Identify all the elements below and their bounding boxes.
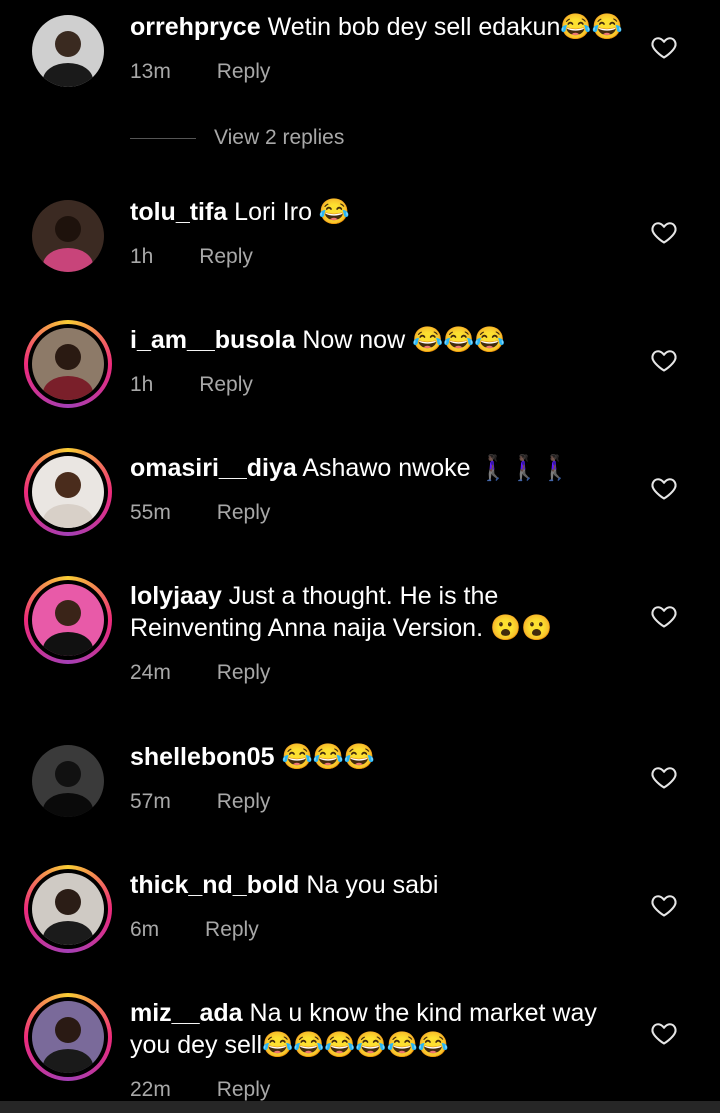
comment-meta: 57m Reply (130, 790, 270, 814)
comment-text: orrehpryce Wetin bob dey sell edakun😂😂 (130, 11, 630, 43)
comment-meta: 1h Reply (130, 245, 253, 269)
heart-outline-icon[interactable] (650, 1019, 678, 1047)
heart-outline-icon[interactable] (650, 474, 678, 502)
avatar[interactable] (24, 576, 112, 664)
reply-button[interactable]: Reply (217, 661, 271, 685)
comment-text: lolyjaay Just a thought. He is the Reinv… (130, 580, 630, 644)
username[interactable]: omasiri__diya (130, 454, 297, 482)
comment-body: Na you sabi (306, 871, 439, 899)
reply-button[interactable]: Reply (199, 245, 253, 269)
username[interactable]: thick_nd_bold (130, 871, 299, 899)
comment-body: Ashawo nwoke 🚶🏿‍♀️🚶🏿‍♀️🚶🏿‍♀️ (302, 454, 571, 482)
reply-button[interactable]: Reply (199, 373, 253, 397)
comment-time: 24m (130, 661, 171, 684)
avatar[interactable] (24, 737, 112, 825)
comment-meta: 13m Reply (130, 60, 270, 84)
heart-outline-icon[interactable] (650, 346, 678, 374)
comment-time: 22m (130, 1078, 171, 1101)
heart-outline-icon[interactable] (650, 891, 678, 919)
avatar[interactable] (24, 320, 112, 408)
username[interactable]: miz__ada (130, 999, 243, 1027)
avatar-image (32, 873, 104, 945)
heart-outline-icon[interactable] (650, 33, 678, 61)
reply-button[interactable]: Reply (217, 60, 271, 84)
comment-time: 13m (130, 60, 171, 83)
avatar[interactable] (24, 865, 112, 953)
reply-button[interactable]: Reply (217, 790, 271, 814)
bottom-edge (0, 1101, 720, 1113)
comment-time: 1h (130, 245, 154, 268)
avatar-image (32, 1001, 104, 1073)
comment-time: 55m (130, 501, 171, 524)
comment-meta: 24m Reply (130, 661, 270, 685)
comment-body: Wetin bob dey sell edakun😂😂 (267, 13, 623, 41)
avatar-image (32, 745, 104, 817)
view-replies-button[interactable]: View 2 replies (130, 126, 344, 150)
avatar-image (32, 584, 104, 656)
username[interactable]: lolyjaay (130, 582, 222, 610)
avatar[interactable] (24, 993, 112, 1081)
username[interactable]: orrehpryce (130, 13, 261, 41)
comment-text: i_am__busola Now now 😂😂😂 (130, 324, 630, 356)
comment-time: 6m (130, 918, 160, 941)
heart-outline-icon[interactable] (650, 218, 678, 246)
comment-text: shellebon05 😂😂😂 (130, 741, 630, 773)
heart-outline-icon[interactable] (650, 602, 678, 630)
avatar-image (32, 456, 104, 528)
comment-body: 😂😂😂 (281, 743, 375, 771)
reply-button[interactable]: Reply (217, 501, 271, 525)
reply-button[interactable]: Reply (205, 918, 259, 942)
comment-meta: 55m Reply (130, 501, 270, 525)
comment-body: Lori Iro 😂 (234, 198, 351, 226)
reply-button[interactable]: Reply (217, 1078, 271, 1102)
divider-line (130, 137, 196, 139)
username[interactable]: shellebon05 (130, 743, 275, 771)
view-replies-label: View 2 replies (214, 126, 345, 149)
username[interactable]: i_am__busola (130, 326, 295, 354)
comment-text: tolu_tifa Lori Iro 😂 (130, 196, 630, 228)
comment-meta: 1h Reply (130, 373, 253, 397)
avatar-image (32, 200, 104, 272)
avatar[interactable] (24, 448, 112, 536)
comment-text: omasiri__diya Ashawo nwoke 🚶🏿‍♀️🚶🏿‍♀️🚶🏿‍… (130, 452, 630, 484)
comment-text: miz__ada Na u know the kind market way y… (130, 997, 630, 1061)
avatar-image (32, 15, 104, 87)
comment-meta: 6m Reply (130, 918, 259, 942)
avatar-image (32, 328, 104, 400)
avatar[interactable] (24, 192, 112, 280)
username[interactable]: tolu_tifa (130, 198, 227, 226)
comment-time: 57m (130, 790, 171, 813)
avatar[interactable] (24, 7, 112, 95)
comment-body: Now now 😂😂😂 (302, 326, 506, 354)
comment-text: thick_nd_bold Na you sabi (130, 869, 630, 901)
comment-time: 1h (130, 373, 154, 396)
comment-meta: 22m Reply (130, 1078, 270, 1102)
heart-outline-icon[interactable] (650, 763, 678, 791)
comments-screen: orrehpryce Wetin bob dey sell edakun😂😂 1… (0, 0, 720, 1113)
